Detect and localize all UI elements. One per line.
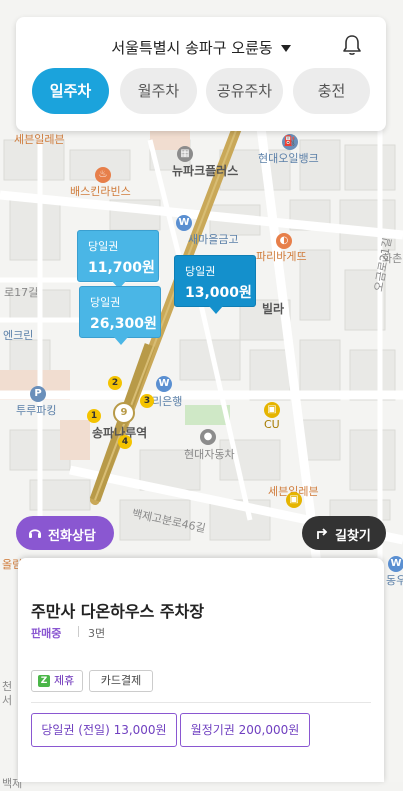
place-label[interactable]: CU — [264, 418, 280, 431]
parking-price-pin-selected[interactable]: 당일권 13,000원 — [174, 255, 256, 314]
directions-label: 길찾기 — [335, 529, 371, 544]
phone-consult-label: 전화상담 — [48, 529, 96, 544]
status-badge: 판매중 — [31, 627, 62, 640]
place-label[interactable]: 파리바게뜨 — [256, 248, 307, 264]
parking-info-card[interactable]: 주만사 다온하우스 주차장 판매중 3면 Z 제휴 카드결제 당일권 (전일) … — [18, 558, 384, 782]
parking-name: 주만사 다온하우스 주차장 — [31, 602, 205, 621]
convenience-store-icon: ▣ — [286, 492, 302, 508]
place-label[interactable]: 리은행 — [152, 393, 182, 409]
place-label[interactable]: 배스킨라빈스 — [70, 183, 131, 199]
monthly-pass-price-button[interactable]: 월정기권 200,000원 — [180, 713, 310, 747]
station-exit-marker: 2 — [108, 376, 122, 390]
place-label: 서 — [2, 694, 13, 707]
bank-icon: W — [388, 556, 403, 572]
place-label[interactable]: 현대오일뱅크 — [258, 150, 319, 166]
parking-icon: P — [30, 386, 46, 402]
pin-ticket-type: 당일권 — [185, 265, 216, 278]
partner-tag-label: 제휴 — [54, 674, 75, 687]
pin-price: 11,700원 — [88, 260, 155, 276]
card-payment-tag: 카드결제 — [89, 670, 153, 692]
place-label[interactable]: 새마을금고 — [188, 231, 239, 247]
tab-charging[interactable]: 충전 — [293, 68, 370, 114]
place-label[interactable]: 투루파킹 — [16, 402, 56, 418]
tab-monthly[interactable]: 월주차 — [120, 68, 197, 114]
icecream-icon: ♨ — [95, 167, 111, 183]
search-header: 서울특별시 송파구 오륜동 일주차 월주차 공유주차 충전 — [16, 17, 386, 131]
place-label[interactable]: 빌라 — [262, 300, 284, 317]
parking-price-pin[interactable]: 당일권 26,300원 — [79, 286, 161, 345]
pin-price: 13,000원 — [185, 285, 252, 301]
bell-icon[interactable] — [340, 33, 364, 57]
subway-station-icon: 9 — [113, 402, 135, 424]
place-label[interactable]: 뉴파크플러스 — [172, 162, 238, 179]
parking-price-pin[interactable]: 당일권 11,700원 — [77, 230, 159, 289]
building-icon: ▦ — [177, 146, 193, 162]
directions-button[interactable]: 길찾기 — [302, 516, 386, 550]
station-exit-marker: 3 — [140, 394, 154, 408]
pin-ticket-type: 당일권 — [90, 296, 121, 309]
station-exit-marker: 4 — [118, 435, 132, 449]
bank-icon: W — [176, 215, 192, 231]
pin-ticket-type: 당일권 — [88, 240, 119, 253]
street-label: 로17길 — [4, 286, 39, 299]
daily-pass-price-button[interactable]: 당일권 (전일) 13,000원 — [31, 713, 177, 747]
bakery-icon: ◐ — [276, 233, 292, 249]
convenience-store-icon: ▣ — [264, 402, 280, 418]
headset-icon — [29, 529, 41, 538]
caret-down-icon — [280, 45, 291, 52]
car-icon: ● — [200, 429, 216, 445]
location-text: 서울특별시 송파구 오륜동 — [111, 39, 273, 57]
space-count: 3면 — [88, 627, 106, 640]
tab-daily[interactable]: 일주차 — [32, 68, 109, 114]
bank-icon: W — [156, 376, 172, 392]
place-label: 동우 — [386, 574, 403, 587]
station-exit-marker: 1 — [87, 409, 101, 423]
location-selector[interactable]: 서울특별시 송파구 오륜동 — [16, 37, 386, 58]
divider — [31, 702, 371, 703]
divider — [78, 626, 79, 637]
partner-logo-icon: Z — [38, 675, 50, 687]
gas-station-icon: ⛽ — [282, 134, 298, 150]
place-label[interactable]: 현대자동차 — [184, 446, 235, 462]
partner-tag: Z 제휴 — [31, 670, 83, 692]
place-label[interactable]: 엔크린 — [3, 327, 33, 343]
phone-consult-button[interactable]: 전화상담 — [16, 516, 114, 550]
tab-shared[interactable]: 공유주차 — [206, 68, 283, 114]
place-label[interactable]: 세븐일레븐 — [14, 131, 65, 147]
turn-right-icon — [317, 528, 328, 539]
pin-price: 26,300원 — [90, 316, 157, 332]
